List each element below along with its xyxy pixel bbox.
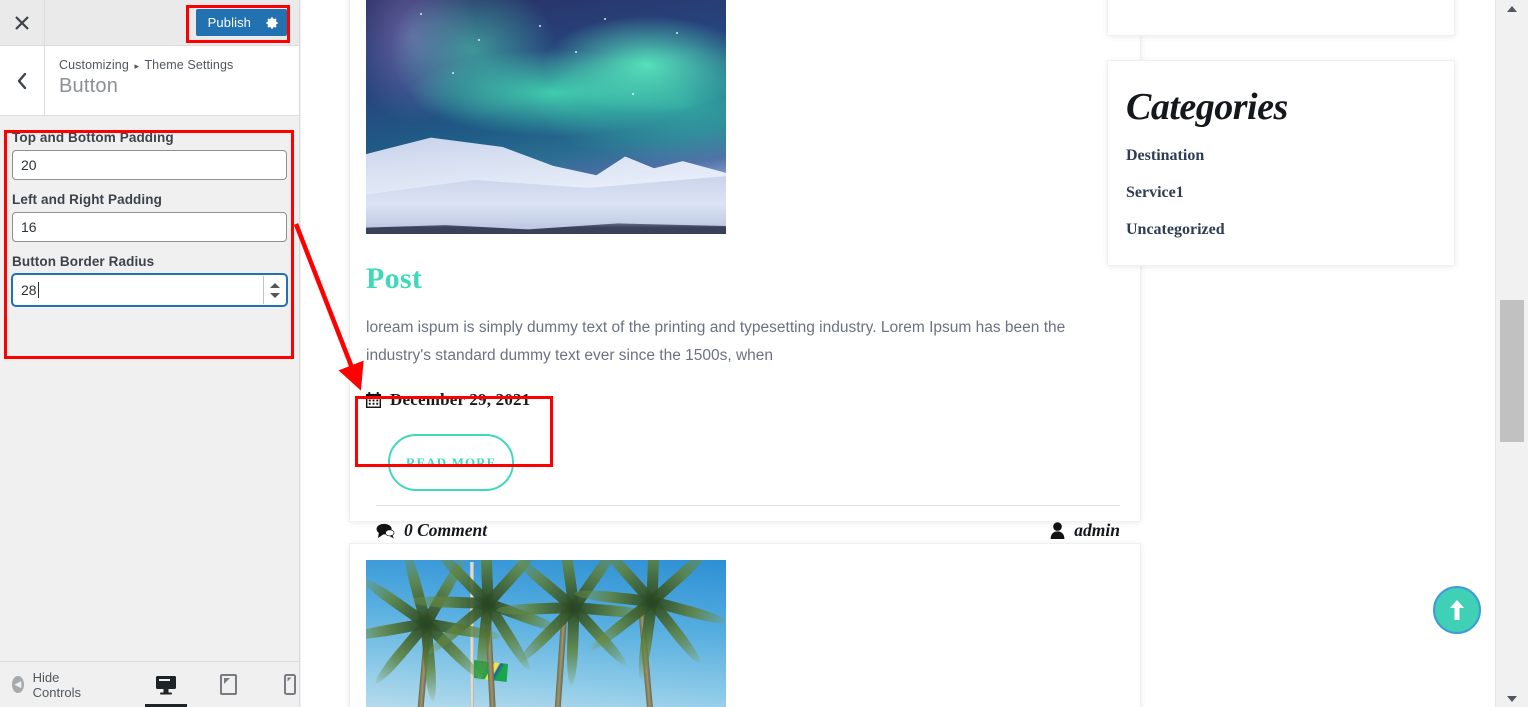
category-link-service1[interactable]: Service1 xyxy=(1126,184,1436,202)
widget-archives: December 2021 xyxy=(1107,0,1455,36)
scrollbar-thumb[interactable] xyxy=(1500,300,1524,442)
input-value: 16 xyxy=(21,219,37,235)
number-stepper[interactable] xyxy=(263,276,285,304)
customizer-section-header: Customizing ▸ Theme Settings Button xyxy=(0,46,299,116)
post-thumbnail-aurora[interactable] xyxy=(366,0,726,234)
customizer-header: Publish xyxy=(0,0,299,46)
read-more-row: READ MORE xyxy=(366,434,1124,491)
post-thumbnail-palms[interactable] xyxy=(366,560,726,707)
text-cursor xyxy=(37,282,39,298)
desktop-icon xyxy=(156,675,177,694)
tablet-icon xyxy=(219,674,237,695)
input-value: 20 xyxy=(21,157,37,173)
vertical-scrollbar[interactable] xyxy=(1495,0,1528,707)
top-bottom-padding-input[interactable]: 20 xyxy=(12,150,287,180)
device-desktop-button[interactable] xyxy=(145,662,188,707)
calendar-icon xyxy=(366,392,381,408)
post-excerpt: loream ispum is simply dummy text of the… xyxy=(366,319,1066,364)
close-icon xyxy=(15,15,29,30)
scrollbar-up-button[interactable] xyxy=(1496,0,1528,17)
close-customizer-button[interactable] xyxy=(0,0,45,45)
post-date: December 29, 2021 xyxy=(366,390,1124,410)
breadcrumb-separator-icon: ▸ xyxy=(134,61,140,71)
stepper-down-icon[interactable] xyxy=(269,292,280,298)
category-link-uncategorized[interactable]: Uncategorized xyxy=(1126,221,1436,239)
comment-icon xyxy=(376,523,395,539)
breadcrumb: Customizing ▸ Theme Settings xyxy=(59,58,233,72)
scroll-up-arrow-icon xyxy=(1507,5,1517,12)
scroll-down-arrow-icon xyxy=(1507,695,1517,702)
gear-icon[interactable] xyxy=(265,16,279,30)
control-button-border-radius: Button Border Radius 28 xyxy=(12,254,287,306)
read-more-button[interactable]: READ MORE xyxy=(388,434,515,491)
post-title[interactable]: Post xyxy=(366,262,1124,296)
collapse-icon: ◀ xyxy=(12,676,24,693)
button-border-radius-input[interactable]: 28 xyxy=(12,274,287,306)
section-titles: Customizing ▸ Theme Settings Button xyxy=(45,46,233,115)
back-button[interactable] xyxy=(0,46,45,115)
device-mobile-button[interactable] xyxy=(269,662,311,707)
device-preview-switcher xyxy=(145,662,311,707)
category-link-destination[interactable]: Destination xyxy=(1126,147,1436,165)
control-top-bottom-padding: Top and Bottom Padding 20 xyxy=(12,130,287,180)
comment-count-label: 0 Comment xyxy=(404,520,488,540)
scroll-to-top-button[interactable] xyxy=(1433,586,1481,634)
hide-controls-button[interactable]: ◀ Hide Controls xyxy=(12,670,86,700)
post-card xyxy=(349,543,1141,707)
customizer-footer: ◀ Hide Controls xyxy=(0,661,299,707)
post-author[interactable]: admin xyxy=(1050,520,1120,541)
control-list: Top and Bottom Padding 20 Left and Right… xyxy=(0,116,299,306)
post-footer: 0 Comment admin xyxy=(376,505,1120,541)
left-right-padding-input[interactable]: 16 xyxy=(12,212,287,242)
control-label: Top and Bottom Padding xyxy=(12,130,174,145)
control-left-right-padding: Left and Right Padding 16 xyxy=(12,192,287,242)
chevron-left-icon xyxy=(17,72,27,89)
site-preview: Post loream ispum is simply dummy text o… xyxy=(301,0,1495,707)
breadcrumb-parent: Theme Settings xyxy=(144,58,234,72)
arrow-up-icon xyxy=(1450,600,1464,620)
comment-count[interactable]: 0 Comment xyxy=(376,520,487,541)
stepper-up-icon[interactable] xyxy=(269,282,280,288)
widget-title-categories: Categories xyxy=(1126,86,1288,128)
input-value: 28 xyxy=(21,282,37,298)
hide-controls-label: Hide Controls xyxy=(32,669,82,700)
publish-button[interactable]: Publish xyxy=(195,9,287,36)
publish-button-label: Publish xyxy=(207,15,251,30)
customizer-panel: Publish Customizing ▸ Theme Settings But… xyxy=(0,0,300,707)
breadcrumb-root: Customizing xyxy=(59,58,129,72)
control-label: Left and Right Padding xyxy=(12,192,162,207)
post-author-label: admin xyxy=(1074,520,1120,540)
post-date-label: December 29, 2021 xyxy=(390,390,531,409)
preview-content: Post loream ispum is simply dummy text o… xyxy=(301,0,1495,707)
mobile-icon xyxy=(284,674,297,695)
device-tablet-button[interactable] xyxy=(207,662,249,707)
scrollbar-down-button[interactable] xyxy=(1496,690,1528,707)
page-title: Button xyxy=(59,75,119,97)
post-card: Post loream ispum is simply dummy text o… xyxy=(349,0,1141,540)
publish-area: Publish xyxy=(195,9,287,36)
user-icon xyxy=(1050,522,1065,539)
control-label: Button Border Radius xyxy=(12,254,155,269)
widget-categories: Categories Destination Service1 Uncatego… xyxy=(1107,60,1455,266)
